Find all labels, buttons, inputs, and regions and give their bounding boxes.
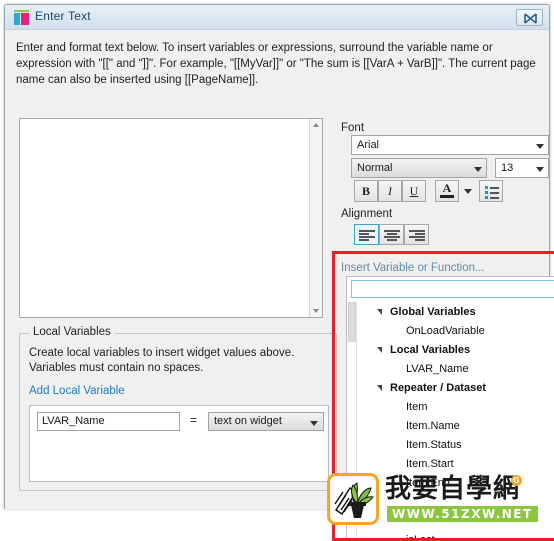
insert-variable-scrollbar[interactable] [347,302,357,540]
tree-item-row[interactable]: isLast [358,531,554,541]
local-variable-value-text: text on widget [214,415,282,427]
font-style-select[interactable]: Normal [351,158,487,178]
tree-item-label: Item.Start [406,458,454,470]
dialog-body: Enter and format text below. To insert v… [5,30,554,541]
chevron-down-icon[interactable] [531,136,548,154]
tree-item-row[interactable]: Item.Status [358,436,554,455]
tree-group-row[interactable]: Repeater / Dataset [358,379,554,398]
tree-item-row[interactable]: Item.End [358,474,554,493]
window-title: Enter Text [35,9,91,23]
insert-variable-tree: Global Variables OnLoadVariable Local Vari… [358,303,554,541]
tree-item-label: LVAR_Name [406,363,469,375]
text-editor[interactable] [19,118,323,318]
title-bar: Enter Text [5,5,549,30]
tree-item-label: Local Variables [390,344,471,356]
tree-item-row[interactable]: Item [358,398,554,417]
font-group-label: Font [341,122,365,134]
local-variables-description: Create local variables to insert widget … [29,347,295,374]
insert-variable-search-input[interactable] [351,280,554,298]
font-style-value: Normal [357,162,393,174]
close-button[interactable] [516,9,543,26]
font-family-select[interactable]: Arial [351,135,549,155]
add-local-variable-link[interactable]: Add Local Variable [29,385,125,397]
close-icon [524,13,537,24]
chevron-down-icon[interactable] [469,159,486,177]
align-center-button[interactable] [379,224,404,245]
text-color-letter: A [442,181,452,195]
chevron-down-icon[interactable] [531,159,548,177]
insert-variable-panel: Global Variables OnLoadVariable Local Vari… [346,276,554,541]
collapse-triangle-icon[interactable] [377,347,382,353]
tree-item-row[interactable]: Item.Start [358,455,554,474]
tree-group-row[interactable]: Local Variables [358,341,554,360]
local-variables-list: LVAR_Name = text on widget [29,405,329,482]
tree-item-label: Global Variables [390,306,476,318]
bullet-list-button[interactable] [479,180,503,202]
tree-item-label: OnLoadVariable [406,325,485,337]
align-left-button[interactable] [354,224,379,245]
intro-text: Enter and format text below. To insert v… [16,42,536,86]
collapse-triangle-icon[interactable] [377,309,382,315]
local-variable-name-input[interactable]: LVAR_Name [37,412,180,431]
text-color-swatch [440,195,454,198]
scrollbar-thumb[interactable] [348,302,356,342]
app-logo-icon [14,10,29,25]
text-editor-input[interactable] [20,119,309,317]
text-color-button[interactable]: A [435,180,459,202]
tree-item-row[interactable]: LVAR_Name [358,360,554,379]
align-right-button[interactable] [404,224,429,245]
tree-item-row[interactable] [358,512,554,531]
enter-text-dialog: Enter Text Enter and format text below. … [4,4,554,541]
insert-variable-label: Insert Variable or Function... [341,262,485,274]
bold-button[interactable]: B [354,180,378,202]
text-color-dropdown[interactable] [459,180,478,202]
local-variable-value-select[interactable]: text on widget [208,412,324,431]
equals-label: = [190,413,198,427]
tree-item-label: Repeater / Dataset [390,382,486,394]
italic-button[interactable]: I [378,180,402,202]
font-size-select[interactable]: 13 [495,158,549,178]
tree-item-row[interactable] [358,493,554,512]
local-variables-legend: Local Variables [29,326,115,338]
font-size-value: 13 [501,162,514,174]
tree-item-label: Item.Status [406,439,462,451]
tree-group-row[interactable]: Global Variables [358,303,554,322]
font-family-value: Arial [357,139,380,151]
scroll-up-icon[interactable] [313,123,319,127]
tree-item-row[interactable]: Item.Name [358,417,554,436]
chevron-down-icon[interactable] [307,413,321,430]
alignment-group-label: Alignment [341,208,393,220]
tree-item-label: Item [406,401,428,413]
underline-button[interactable]: U [402,180,426,202]
tree-item-row[interactable]: OnLoadVariable [358,322,554,341]
tree-item-label: isLast [406,534,435,541]
collapse-triangle-icon[interactable] [377,385,382,391]
scroll-down-icon[interactable] [313,309,319,313]
tree-item-label: Item.Name [406,420,460,432]
tree-item-label: Item.End [406,477,451,489]
text-editor-scrollbar[interactable] [309,119,322,317]
